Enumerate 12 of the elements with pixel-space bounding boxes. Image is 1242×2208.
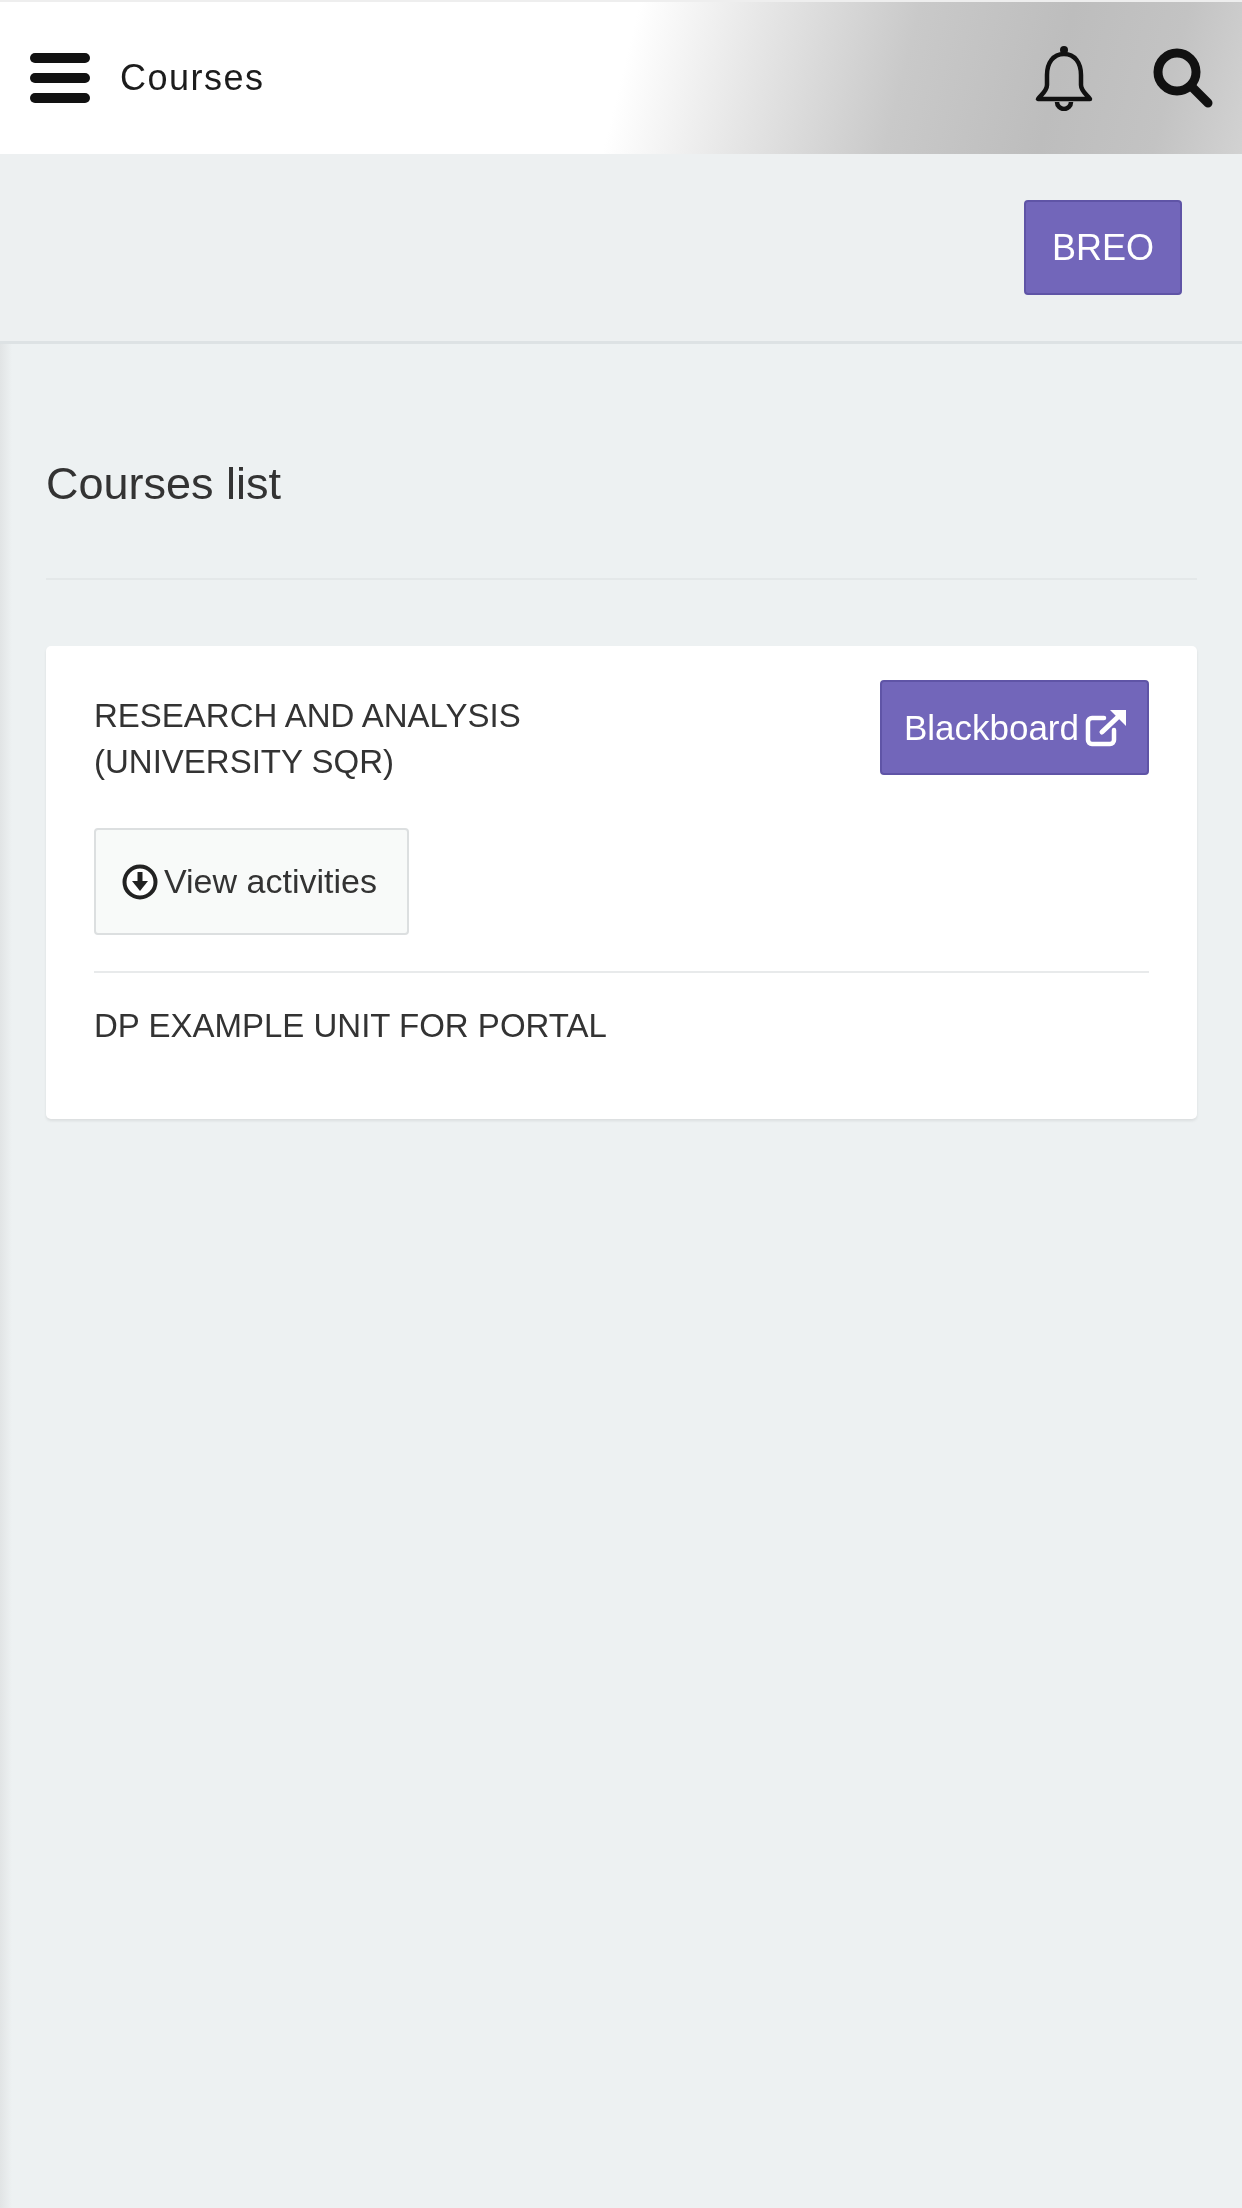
view-activities-button[interactable]: View activities [94, 828, 409, 935]
external-link-button[interactable]: Blackboard [879, 680, 1149, 775]
header-title: Courses [120, 57, 265, 99]
course-title: RESEARCH AND ANALYSIS (UNIVERSITY SQR) [94, 696, 522, 782]
search-icon[interactable] [1152, 47, 1214, 109]
course-title: DP EXAMPLE UNIT FOR PORTAL [94, 1006, 607, 1046]
page-heading: Courses list [46, 457, 283, 511]
toolbar-button[interactable]: BREO [1023, 200, 1182, 295]
arrow-down-circle-icon [122, 863, 158, 900]
bell-icon[interactable] [1034, 45, 1094, 111]
menu-icon[interactable] [30, 53, 90, 103]
external-link-icon [1085, 708, 1127, 747]
